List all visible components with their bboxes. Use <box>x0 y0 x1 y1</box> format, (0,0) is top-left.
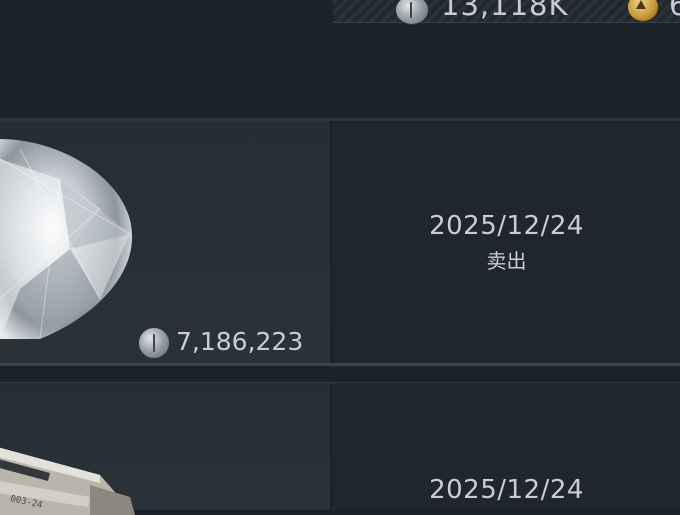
transaction-date: 2025/12/24 <box>429 475 584 505</box>
diamond-item-image <box>0 139 133 339</box>
silver-balance: 13,118K <box>441 0 569 22</box>
item-price: 7,186,223 <box>176 327 304 356</box>
date-cell: 2025/12/24 <box>333 383 680 510</box>
silver-coin-icon <box>395 0 429 25</box>
item-cell[interactable]: 7,186,223 <box>0 121 330 363</box>
date-cell: 2025/12/24 卖出 <box>333 121 680 363</box>
transaction-row[interactable]: 003-24 2025/12/24 <box>0 383 680 515</box>
weapon-case-item-image: 003-24 <box>0 447 135 515</box>
silver-coin-icon <box>138 327 170 359</box>
currency-bar: 13,118K 6 <box>333 0 680 25</box>
item-cell[interactable]: 003-24 <box>0 383 330 515</box>
transaction-action: 卖出 <box>486 249 527 273</box>
transaction-date: 2025/12/24 <box>429 211 584 241</box>
gold-balance: 6 <box>669 0 680 22</box>
gold-coin-icon <box>627 0 659 22</box>
transaction-row[interactable]: 7,186,223 2025/12/24 卖出 <box>0 121 680 363</box>
row-separator <box>0 363 680 384</box>
